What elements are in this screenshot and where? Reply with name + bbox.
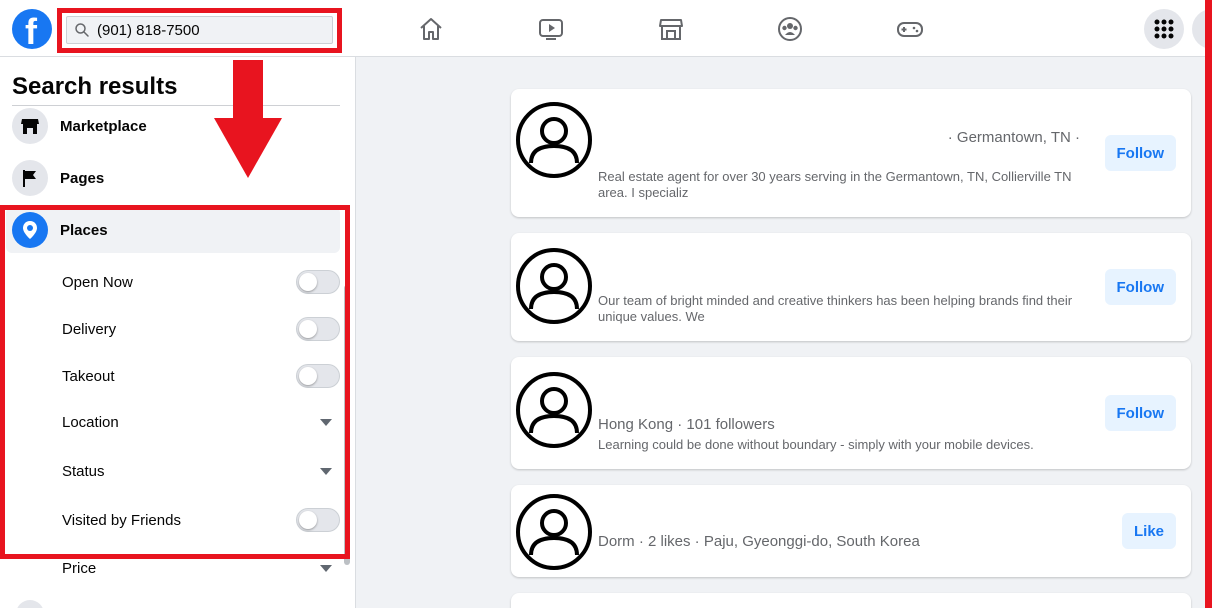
filter-label: Price: [62, 559, 97, 577]
result-card[interactable]: Hong Kong · 101 followers Learning could…: [511, 357, 1191, 469]
result-meta: · Germantown, TN ·: [947, 129, 1080, 146]
category-icon-partial: [16, 600, 44, 608]
result-description: Learning could be done without boundary …: [598, 437, 1034, 452]
marketplace-icon[interactable]: [656, 14, 686, 44]
facebook-logo-letter: f: [25, 11, 37, 52]
result-description: Our team of bright minded and creative t…: [598, 293, 1073, 324]
annotation-arrow-icon: [214, 60, 282, 178]
annotation-line-right: [1205, 0, 1212, 608]
profile-avatar-icon: [516, 248, 592, 324]
result-meta: Hong Kong · 101 followers: [598, 416, 775, 433]
home-icon[interactable]: [416, 14, 446, 44]
groups-icon[interactable]: [775, 14, 805, 44]
chevron-down-icon: [320, 564, 332, 572]
result-card[interactable]: · Germantown, TN · Real estate agent for…: [511, 89, 1191, 217]
profile-avatar-icon: [516, 102, 592, 178]
result-description: Real estate agent for over 30 years serv…: [598, 169, 1072, 200]
result-card[interactable]: Our team of bright minded and creative t…: [511, 233, 1191, 341]
profile-avatar-icon: [516, 372, 592, 448]
annotation-box-places: [0, 205, 350, 559]
shop-icon: [12, 108, 48, 144]
like-button[interactable]: Like: [1121, 513, 1176, 549]
result-card-partial[interactable]: [511, 593, 1191, 608]
category-marketplace[interactable]: Marketplace: [6, 103, 340, 149]
category-pages[interactable]: Pages: [6, 155, 340, 201]
result-meta: Dorm · 2 likes · Paju, Gyeonggi-do, Sout…: [598, 533, 920, 550]
facebook-logo[interactable]: f: [12, 9, 52, 52]
gaming-icon[interactable]: [895, 14, 925, 44]
profile-avatar-icon: [516, 494, 592, 570]
follow-button[interactable]: Follow: [1104, 395, 1176, 431]
search-filters-sidebar: Search results Marketplace Pages Places …: [0, 57, 356, 608]
page-title: Search results: [12, 73, 178, 100]
follow-button[interactable]: Follow: [1104, 135, 1176, 171]
grid-menu-icon: [1154, 19, 1174, 39]
follow-button[interactable]: Follow: [1104, 269, 1176, 305]
menu-button[interactable]: [1144, 9, 1184, 49]
result-card[interactable]: Dorm · 2 likes · Paju, Gyeonggi-do, Sout…: [511, 485, 1191, 577]
category-label: Pages: [60, 169, 105, 187]
watch-icon[interactable]: [536, 14, 566, 44]
flag-icon: [12, 160, 48, 196]
annotation-box-search: [57, 8, 342, 53]
category-label: Marketplace: [60, 117, 147, 135]
